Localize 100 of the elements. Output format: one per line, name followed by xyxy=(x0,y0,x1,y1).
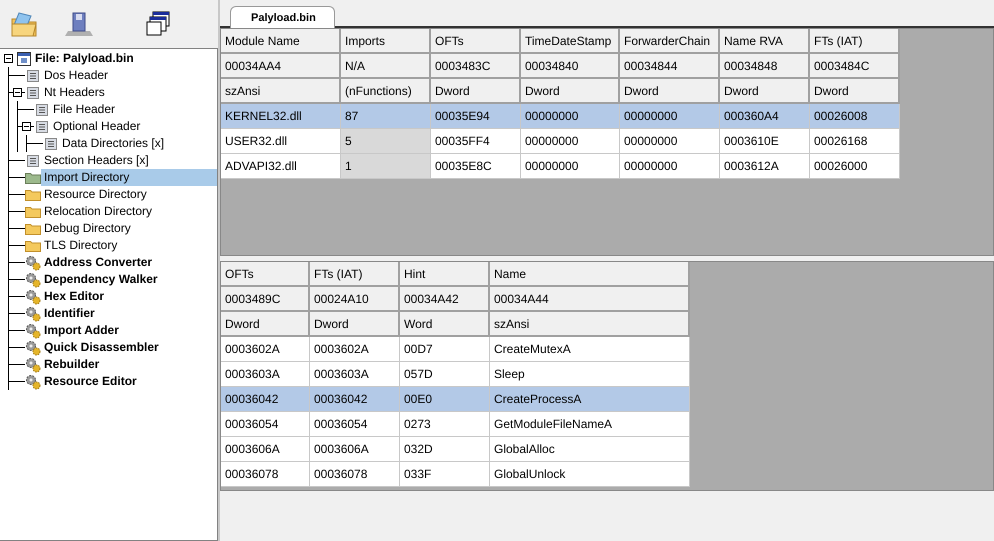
table-cell: (nFunctions) xyxy=(341,79,431,104)
table-cell[interactable]: 1 xyxy=(341,154,431,179)
table-cell[interactable]: 00000000 xyxy=(620,154,720,179)
table-cell[interactable]: 0003606A xyxy=(221,437,310,462)
document-icon xyxy=(45,138,57,150)
expand-toggle[interactable] xyxy=(4,54,12,63)
folder-icon xyxy=(25,239,41,252)
table-cell[interactable]: ADVAPI32.dll xyxy=(221,154,341,179)
column-header[interactable]: ForwarderChain xyxy=(620,29,720,54)
table-cell[interactable]: 00D7 xyxy=(400,337,490,362)
table-cell[interactable]: 00000000 xyxy=(521,154,620,179)
column-header[interactable]: FTs (IAT) xyxy=(810,29,900,54)
tree-item[interactable]: Dependency Walker xyxy=(41,271,217,288)
tree-item[interactable]: Dos Header xyxy=(41,67,217,84)
table-cell[interactable]: GetModuleFileNameA xyxy=(490,412,690,437)
gears-icon xyxy=(25,356,41,372)
tree-item[interactable]: Optional Header xyxy=(50,118,217,135)
table-cell: 0003483C xyxy=(431,54,521,79)
tree-item[interactable]: Resource Directory xyxy=(41,186,217,203)
tree-item[interactable]: Data Directories [x] xyxy=(59,135,217,152)
table-cell: 0003484C xyxy=(810,54,900,79)
table-cell[interactable]: 00036054 xyxy=(221,412,310,437)
table-cell[interactable]: 0003603A xyxy=(221,362,310,387)
tree-item[interactable]: Quick Disassembler xyxy=(41,339,217,356)
file-tab[interactable]: Palyload.bin xyxy=(230,6,335,28)
column-header[interactable]: FTs (IAT) xyxy=(310,262,400,287)
table-cell[interactable]: 00026008 xyxy=(810,104,900,129)
table-cell[interactable]: 00036042 xyxy=(310,387,400,412)
table-cell[interactable]: CreateProcessA xyxy=(490,387,690,412)
tree-item[interactable]: TLS Directory xyxy=(41,237,217,254)
tree-item[interactable]: Identifier xyxy=(41,305,217,322)
tree-item[interactable]: Section Headers [x] xyxy=(41,152,217,169)
tree-item[interactable]: Nt Headers xyxy=(41,84,217,101)
column-header[interactable]: TimeDateStamp xyxy=(521,29,620,54)
table-cell[interactable]: 000360A4 xyxy=(720,104,810,129)
table-cell[interactable]: 00035FF4 xyxy=(431,129,521,154)
gears-icon xyxy=(25,374,41,390)
tree-item[interactable]: Import Directory xyxy=(41,169,217,186)
table-cell[interactable]: 0273 xyxy=(400,412,490,437)
tree-item[interactable]: File Header xyxy=(50,101,217,118)
column-header[interactable]: Module Name xyxy=(221,29,341,54)
expand-toggle[interactable] xyxy=(22,122,30,131)
table-cell: 00034840 xyxy=(521,54,620,79)
table-cell: 00034848 xyxy=(720,54,810,79)
table-cell[interactable]: CreateMutexA xyxy=(490,337,690,362)
table-cell[interactable]: 057D xyxy=(400,362,490,387)
table-cell[interactable]: 0003612A xyxy=(720,154,810,179)
table-cell[interactable]: 0003603A xyxy=(310,362,400,387)
table-cell[interactable]: 00000000 xyxy=(620,129,720,154)
table-cell: 00034A44 xyxy=(490,287,690,312)
table-cell[interactable]: 00000000 xyxy=(521,104,620,129)
table-cell[interactable]: KERNEL32.dll xyxy=(221,104,341,129)
expand-toggle[interactable] xyxy=(12,88,22,97)
table-cell[interactable]: 00036042 xyxy=(221,387,310,412)
table-cell: Dword xyxy=(221,312,310,337)
table-cell[interactable]: GlobalAlloc xyxy=(490,437,690,462)
table-cell[interactable]: GlobalUnlock xyxy=(490,462,690,487)
table-cell[interactable]: 00026000 xyxy=(810,154,900,179)
table-cell[interactable]: 00000000 xyxy=(620,104,720,129)
column-header[interactable]: Imports xyxy=(341,29,431,54)
table-cell[interactable]: 032D xyxy=(400,437,490,462)
table-cell[interactable]: 87 xyxy=(341,104,431,129)
tree-item[interactable]: Resource Editor xyxy=(41,373,217,390)
tree-item[interactable]: Debug Directory xyxy=(41,220,217,237)
table-cell[interactable]: 0003606A xyxy=(310,437,400,462)
table-cell: Dword xyxy=(431,79,521,104)
table-cell[interactable]: 00E0 xyxy=(400,387,490,412)
column-header[interactable]: Hint xyxy=(400,262,490,287)
table-cell[interactable]: 0003602A xyxy=(310,337,400,362)
gears-icon xyxy=(25,322,41,338)
table-cell[interactable]: 00026168 xyxy=(810,129,900,154)
column-header[interactable]: OFTs xyxy=(431,29,521,54)
table-cell[interactable]: 5 xyxy=(341,129,431,154)
table-cell[interactable]: 033F xyxy=(400,462,490,487)
table-cell: 00034A42 xyxy=(400,287,490,312)
gears-icon xyxy=(25,340,41,356)
table-cell[interactable]: Sleep xyxy=(490,362,690,387)
table-cell[interactable]: 00035E94 xyxy=(431,104,521,129)
tree-item[interactable]: Import Adder xyxy=(41,322,217,339)
table-cell[interactable]: 00035E8C xyxy=(431,154,521,179)
tree-item[interactable]: Address Converter xyxy=(41,254,217,271)
tree-item[interactable]: Hex Editor xyxy=(41,288,217,305)
table-cell[interactable]: 0003610E xyxy=(720,129,810,154)
column-header[interactable]: Name xyxy=(490,262,690,287)
document-icon xyxy=(36,120,48,132)
table-cell[interactable]: 00000000 xyxy=(521,129,620,154)
table-cell[interactable]: USER32.dll xyxy=(221,129,341,154)
folder-icon xyxy=(25,205,41,218)
tree-item[interactable]: File: Palyload.bin xyxy=(32,50,217,67)
document-icon xyxy=(27,154,39,166)
table-cell: Word xyxy=(400,312,490,337)
table-cell[interactable]: 00036078 xyxy=(221,462,310,487)
table-cell: Dword xyxy=(310,312,400,337)
column-header[interactable]: OFTs xyxy=(221,262,310,287)
column-header[interactable]: Name RVA xyxy=(720,29,810,54)
tree-item[interactable]: Rebuilder xyxy=(41,356,217,373)
tree-item[interactable]: Relocation Directory xyxy=(41,203,217,220)
table-cell[interactable]: 00036054 xyxy=(310,412,400,437)
table-cell[interactable]: 0003602A xyxy=(221,337,310,362)
table-cell[interactable]: 00036078 xyxy=(310,462,400,487)
